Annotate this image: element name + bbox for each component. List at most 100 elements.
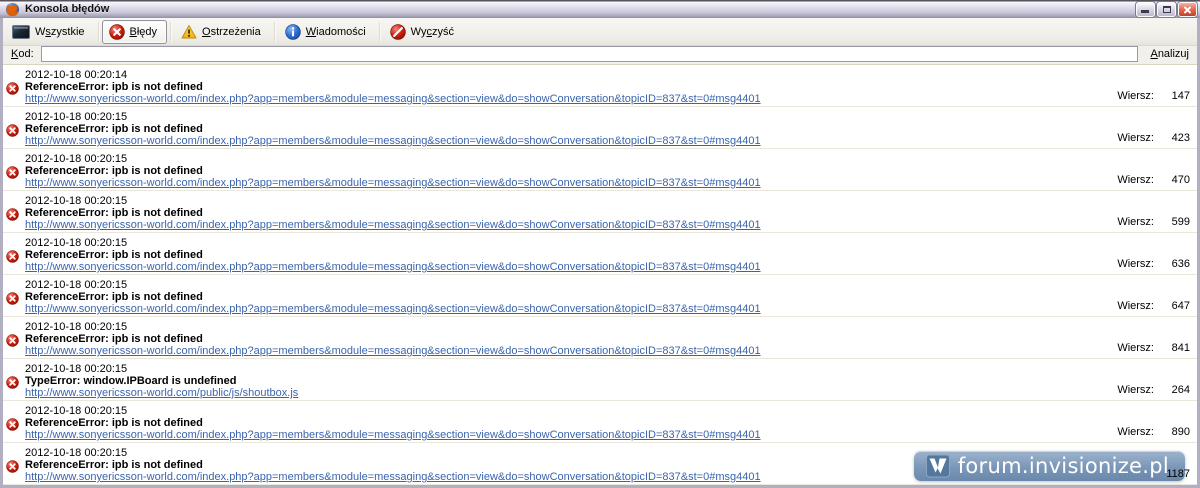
warning-icon (181, 24, 197, 38)
window-controls (1136, 1, 1197, 17)
line-info: Wiersz: 647 (1117, 300, 1190, 312)
error-entry[interactable]: 2012-10-18 00:20:15 ReferenceError: ipb … (3, 275, 1197, 317)
error-icon (6, 166, 19, 179)
error-entry[interactable]: 2012-10-18 00:20:15 ReferenceError: ipb … (3, 149, 1197, 191)
error-entry[interactable]: 2012-10-18 00:20:15 ReferenceError: ipb … (3, 401, 1197, 443)
line-info: Wiersz: 636 (1117, 258, 1190, 270)
line-info: Wiersz: 147 (1117, 90, 1190, 102)
filter-all-button[interactable]: Wszystkie (5, 20, 95, 44)
clear-icon (389, 23, 406, 40)
error-source-link[interactable]: http://www.sonyericsson-world.com/index.… (25, 93, 1075, 105)
error-entry[interactable]: 2012-10-18 00:20:15 TypeError: window.IP… (3, 359, 1197, 401)
filter-messages-button[interactable]: Wiadomości (278, 20, 376, 44)
line-number: 470 (1171, 174, 1190, 186)
restore-button[interactable] (1157, 1, 1176, 17)
invisionize-logo-icon (925, 454, 950, 478)
line-number: 264 (1171, 384, 1190, 396)
error-icon (6, 82, 19, 95)
filter-warnings-button[interactable]: Ostrzeżenia (174, 20, 271, 44)
error-timestamp: 2012-10-18 00:20:15 (25, 153, 128, 165)
firefox-icon (5, 2, 20, 16)
error-icon (6, 250, 19, 263)
error-message: ReferenceError: ipb is not defined (25, 81, 203, 93)
toolbar-separator (273, 21, 275, 42)
error-source-link[interactable]: http://www.sonyericsson-world.com/index.… (25, 177, 1075, 189)
error-icon (6, 376, 19, 389)
line-number: 599 (1171, 216, 1190, 228)
error-message: ReferenceError: ipb is not defined (25, 333, 203, 345)
line-number: 423 (1171, 132, 1190, 144)
error-entry[interactable]: 2012-10-18 00:20:15 ReferenceError: ipb … (3, 107, 1197, 149)
watermark: forum.invisionize.pl (913, 451, 1185, 481)
filter-errors-button[interactable]: Błędy (101, 19, 168, 44)
error-timestamp: 2012-10-18 00:20:15 (25, 321, 128, 333)
line-label: Wiersz: (1117, 174, 1154, 186)
error-icon (108, 23, 125, 40)
error-source-link[interactable]: http://www.sonyericsson-world.com/index.… (25, 135, 1075, 147)
error-message: ReferenceError: ipb is not defined (25, 249, 203, 261)
error-timestamp: 2012-10-18 00:20:14 (25, 69, 128, 81)
button-label: Wiadomości (305, 25, 366, 38)
error-console-window: Konsola błędów Wszystkie Błędy Ostrzeżen… (0, 0, 1200, 488)
error-source-link[interactable]: http://www.sonyericsson-world.com/public… (25, 387, 1075, 399)
code-label: Kod: (11, 48, 34, 60)
error-icon (6, 208, 19, 221)
error-message: ReferenceError: ipb is not defined (25, 165, 203, 177)
button-label: Wszystkie (35, 25, 85, 38)
close-button[interactable] (1178, 1, 1197, 17)
error-source-link[interactable]: http://www.sonyericsson-world.com/index.… (25, 345, 1075, 357)
error-entry[interactable]: 2012-10-18 00:20:15 ReferenceError: ipb … (3, 191, 1197, 233)
error-entry[interactable]: 2012-10-18 00:20:15 ReferenceError: ipb … (3, 317, 1197, 359)
error-timestamp: 2012-10-18 00:20:15 (25, 405, 128, 417)
line-info: Wiersz: 599 (1117, 216, 1190, 228)
line-info: Wiersz: 841 (1117, 342, 1190, 354)
console-icon (12, 24, 30, 39)
line-label: Wiersz: (1117, 216, 1154, 228)
line-label: Wiersz: (1117, 300, 1154, 312)
error-entry[interactable]: 2012-10-18 00:20:14 ReferenceError: ipb … (3, 65, 1197, 107)
line-info: Wiersz: 423 (1117, 132, 1190, 144)
error-source-link[interactable]: http://www.sonyericsson-world.com/index.… (25, 219, 1075, 231)
error-message: ReferenceError: ipb is not defined (25, 123, 203, 135)
error-source-link[interactable]: http://www.sonyericsson-world.com/index.… (25, 261, 1075, 273)
button-label: Błędy (129, 25, 158, 38)
error-message: ReferenceError: ipb is not defined (25, 291, 203, 303)
error-message: ReferenceError: ipb is not defined (25, 417, 203, 429)
code-input[interactable] (40, 46, 1139, 62)
toolbar-separator (170, 21, 172, 42)
line-label: Wiersz: (1117, 342, 1154, 354)
line-label: Wiersz: (1117, 90, 1154, 102)
line-number: 147 (1171, 90, 1190, 102)
clear-button[interactable]: Wyczyść (383, 20, 464, 44)
toolbar-separator (97, 21, 99, 42)
toolbar-separator (378, 21, 380, 42)
error-entry[interactable]: 2012-10-18 00:20:15 ReferenceError: ipb … (3, 233, 1197, 275)
error-timestamp: 2012-10-18 00:20:15 (25, 363, 128, 375)
watermark-text: forum.invisionize.pl (957, 454, 1169, 478)
line-number: 841 (1171, 342, 1190, 354)
error-source-link[interactable]: http://www.sonyericsson-world.com/index.… (25, 429, 1075, 441)
line-number: 636 (1171, 258, 1190, 270)
error-icon (6, 292, 19, 305)
error-timestamp: 2012-10-18 00:20:15 (25, 237, 128, 249)
code-bar: Kod: Analizuj (3, 46, 1197, 65)
line-info: Wiersz: 470 (1117, 174, 1190, 186)
error-icon (6, 418, 19, 431)
line-info: Wiersz: 264 (1117, 384, 1190, 396)
toolbar: Wszystkie Błędy Ostrzeżenia Wiadomości W… (3, 18, 1197, 46)
evaluate-button[interactable]: Analizuj (1148, 48, 1191, 60)
error-timestamp: 2012-10-18 00:20:15 (25, 279, 128, 291)
minimize-button[interactable] (1136, 1, 1155, 17)
button-label: Ostrzeżenia (202, 25, 261, 38)
error-timestamp: 2012-10-18 00:20:15 (25, 195, 128, 207)
titlebar[interactable]: Konsola błędów (0, 0, 1200, 18)
button-label: Wyczyść (410, 25, 454, 38)
error-icon (6, 460, 19, 473)
error-icon (6, 334, 19, 347)
line-label: Wiersz: (1117, 384, 1154, 396)
error-icon (6, 124, 19, 137)
error-message: TypeError: window.IPBoard is undefined (25, 375, 237, 387)
error-source-link[interactable]: http://www.sonyericsson-world.com/index.… (25, 303, 1075, 315)
line-number: 1187 (1166, 468, 1190, 480)
info-icon (285, 23, 301, 40)
